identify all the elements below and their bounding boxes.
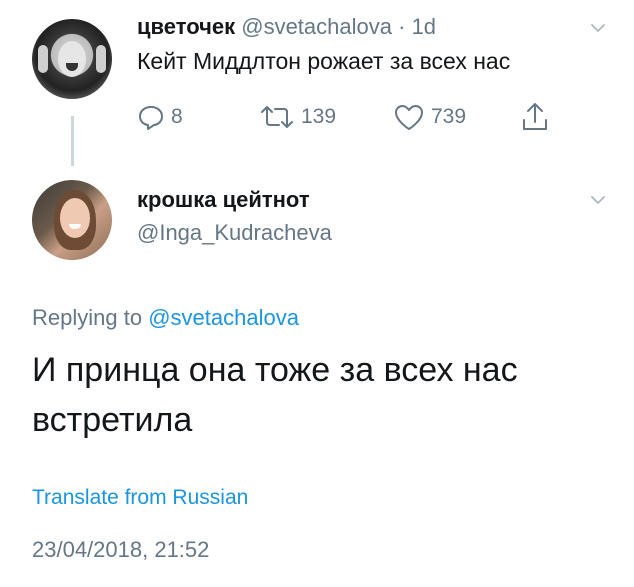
replying-to: Replying to @svetachalova: [32, 305, 299, 331]
tweet-text: И принца она тоже за всех нас встретила: [32, 351, 518, 439]
chevron-down-icon[interactable]: [590, 192, 606, 208]
display-name[interactable]: крошка цейтнот: [137, 187, 310, 213]
retweet-icon: [261, 106, 293, 128]
retweet-button[interactable]: 139: [259, 100, 336, 134]
parent-tweet[interactable]: цветочек @svetachalova · 1d Кейт Миддлто…: [0, 0, 634, 170]
tweet-timestamp[interactable]: 23/04/2018, 21:52: [32, 537, 209, 563]
avatar-detail: [60, 198, 90, 238]
tweet-time[interactable]: 1d: [412, 14, 436, 39]
like-button[interactable]: 739: [393, 100, 466, 134]
like-count: 739: [431, 105, 467, 128]
avatar-detail: [96, 45, 106, 73]
tweet-header: цветочек @svetachalova · 1d: [137, 14, 436, 40]
chevron-down-icon[interactable]: [590, 20, 606, 36]
replying-mention-link[interactable]: @svetachalova: [148, 305, 299, 330]
reply-button[interactable]: 8: [137, 100, 183, 134]
heart-icon: [395, 105, 423, 130]
avatar[interactable]: [32, 180, 112, 260]
share-icon: [523, 103, 547, 130]
reply-icon: [139, 106, 163, 130]
share-button[interactable]: [521, 100, 549, 134]
tweet-actions: 8 139 739: [137, 100, 567, 134]
display-name[interactable]: цветочек: [137, 14, 235, 39]
tweet-text: Кейт Миддлтон рожает за всех нас: [137, 48, 511, 74]
avatar[interactable]: [32, 19, 112, 99]
separator-dot: ·: [398, 14, 406, 39]
user-handle[interactable]: @svetachalova: [241, 14, 392, 39]
reply-count: 8: [171, 105, 183, 128]
thread-connector: [71, 116, 74, 166]
translate-link[interactable]: Translate from Russian: [32, 486, 248, 510]
retweet-count: 139: [301, 105, 337, 128]
avatar-detail: [38, 45, 48, 73]
user-handle[interactable]: @Inga_Kudracheva: [137, 220, 332, 246]
avatar-detail: [58, 41, 86, 77]
replying-prefix: Replying to: [32, 305, 143, 330]
